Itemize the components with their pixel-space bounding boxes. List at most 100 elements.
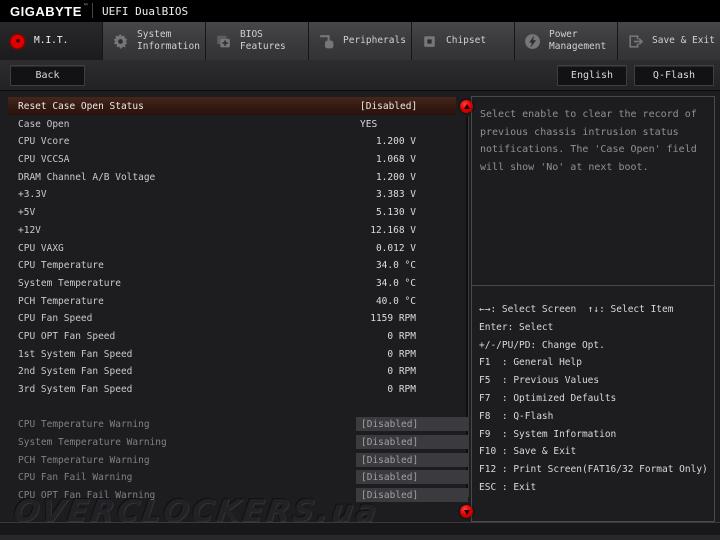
key-hint: Enter: Select bbox=[479, 321, 554, 333]
setting-value: 1.200 V bbox=[375, 136, 416, 148]
setting-label: CPU OPT Fan Speed bbox=[18, 330, 116, 342]
gigabyte-logo: GIGABYTE bbox=[10, 4, 82, 19]
setting-label: CPU Temperature Warning bbox=[18, 419, 150, 431]
settings-row: CPU Temperature Warning [Disabled] bbox=[8, 415, 468, 433]
settings-row[interactable]: +5V 5.130 V bbox=[8, 203, 456, 221]
setting-label: CPU Fan Speed bbox=[18, 313, 93, 325]
setting-value: [Disabled] bbox=[356, 452, 468, 467]
language-button[interactable]: English bbox=[557, 65, 627, 86]
setting-value: 0.012 V bbox=[375, 242, 416, 254]
tab-label: Save & Exit bbox=[652, 35, 715, 46]
key-hint: F8 : Q-Flash bbox=[479, 410, 554, 422]
setting-value: [Disabled] bbox=[356, 417, 468, 432]
setting-value: 1159 RPM bbox=[370, 313, 416, 325]
tab-power-management[interactable]: Power Management bbox=[515, 22, 618, 60]
setting-label: Case Open bbox=[18, 118, 70, 130]
setting-value: [Disabled] bbox=[360, 101, 418, 112]
help-panel: Select enable to clear the record of pre… bbox=[471, 96, 715, 286]
settings-row[interactable]: System Temperature 34.0 °C bbox=[8, 274, 456, 292]
exit-icon bbox=[627, 33, 644, 50]
triangle-down-icon bbox=[463, 510, 470, 515]
settings-row[interactable]: PCH Temperature 40.0 °C bbox=[8, 292, 456, 310]
setting-label: CPU VAXG bbox=[18, 242, 64, 254]
trademark-mark: ™ bbox=[84, 3, 88, 10]
setting-label: DRAM Channel A/B Voltage bbox=[18, 171, 156, 183]
key-hint: F10 : Save & Exit bbox=[479, 446, 577, 458]
setting-label: +3.3V bbox=[18, 189, 47, 201]
setting-label: CPU OPT Fan Fail Warning bbox=[18, 490, 156, 502]
tab-label: System Information bbox=[137, 29, 200, 52]
setting-label: PCH Temperature bbox=[18, 295, 104, 307]
scroll-down-indicator[interactable] bbox=[460, 505, 473, 518]
bios-screen: GIGABYTE ™ UEFI DualBIOS M.I.T. System In… bbox=[0, 0, 720, 540]
settings-row: CPU OPT Fan Fail Warning [Disabled] bbox=[8, 486, 468, 504]
title-bar: GIGABYTE ™ UEFI DualBIOS bbox=[0, 0, 720, 22]
tab-bar: M.I.T. System Information BIOS Features Per… bbox=[0, 22, 720, 60]
setting-value: YES bbox=[360, 118, 378, 130]
settings-row[interactable]: DRAM Channel A/B Voltage 1.200 V bbox=[8, 168, 456, 186]
setting-label: 2nd System Fan Speed bbox=[18, 366, 133, 378]
toolbar: Back English Q-Flash bbox=[0, 60, 720, 91]
settings-row[interactable]: +3.3V 3.383 V bbox=[8, 185, 456, 203]
settings-row[interactable]: CPU VAXG 0.012 V bbox=[8, 239, 456, 257]
setting-label: +12V bbox=[18, 224, 41, 236]
setting-value: 34.0 °C bbox=[375, 277, 416, 289]
firmware-title: UEFI DualBIOS bbox=[102, 5, 189, 18]
setting-value: [Disabled] bbox=[356, 470, 468, 485]
setting-value: 40.0 °C bbox=[375, 295, 416, 307]
settings-row: CPU Fan Fail Warning [Disabled] bbox=[8, 468, 468, 486]
chip-plus-icon bbox=[215, 33, 232, 50]
settings-row[interactable]: +12V 12.168 V bbox=[8, 221, 456, 239]
settings-row[interactable]: 2nd System Fan Speed 0 RPM bbox=[8, 362, 456, 380]
settings-row: System Temperature Warning [Disabled] bbox=[8, 433, 468, 451]
tab-label: Power Management bbox=[549, 29, 607, 52]
key-hint: F5 : Previous Values bbox=[479, 375, 600, 387]
tab-label: Peripherals bbox=[343, 35, 406, 46]
dial-icon bbox=[9, 32, 26, 50]
tab-chipset[interactable]: Chipset bbox=[412, 22, 515, 60]
chipset-icon bbox=[421, 33, 438, 50]
tab-system-information[interactable]: System Information bbox=[103, 22, 206, 60]
setting-label: 3rd System Fan Speed bbox=[18, 384, 133, 395]
key-hint: ←→: Select Screen ↑↓: Select Item bbox=[479, 304, 674, 315]
settings-row[interactable]: CPU OPT Fan Speed 0 RPM bbox=[8, 327, 456, 345]
settings-row[interactable]: CPU Vcore 1.200 V bbox=[8, 132, 456, 150]
setting-value: 5.130 V bbox=[375, 207, 416, 219]
settings-row[interactable]: 3rd System Fan Speed 0 RPM bbox=[8, 380, 456, 398]
tab-peripherals[interactable]: Peripherals bbox=[309, 22, 412, 60]
setting-value: 1.200 V bbox=[375, 171, 416, 183]
setting-value: 1.068 V bbox=[375, 154, 416, 166]
settings-row[interactable]: 1st System Fan Speed 0 RPM bbox=[8, 345, 456, 363]
help-text: Select enable to clear the record of pre… bbox=[480, 109, 697, 173]
scroll-up-indicator[interactable] bbox=[460, 100, 473, 113]
tab-save-exit[interactable]: Save & Exit bbox=[618, 22, 720, 60]
main-area: OVERCLOCKERS.ua Reset Case Open Status [D… bbox=[0, 91, 720, 529]
keys-panel: ←→: Select Screen ↑↓: Select Item Enter: … bbox=[471, 285, 715, 522]
setting-value: [Disabled] bbox=[356, 488, 468, 503]
settings-row[interactable]: CPU Temperature 34.0 °C bbox=[8, 256, 456, 274]
settings-row[interactable]: Reset Case Open Status [Disabled] bbox=[8, 97, 456, 115]
setting-label: CPU VCCSA bbox=[18, 154, 70, 166]
triangle-up-icon bbox=[463, 104, 470, 109]
back-button[interactable]: Back bbox=[10, 65, 85, 86]
key-hint: ESC : Exit bbox=[479, 481, 537, 493]
settings-row[interactable]: CPU Fan Speed 1159 RPM bbox=[8, 309, 456, 327]
setting-label: CPU Vcore bbox=[18, 136, 70, 148]
setting-value: 0 RPM bbox=[387, 348, 416, 360]
setting-label: System Temperature Warning bbox=[18, 437, 167, 449]
setting-label: +5V bbox=[18, 207, 36, 219]
divider bbox=[92, 3, 93, 18]
tab-mit[interactable]: M.I.T. bbox=[0, 22, 103, 60]
key-hint: F1 : General Help bbox=[479, 357, 582, 369]
key-hint: F12 : Print Screen(FAT16/32 Format Only) bbox=[479, 464, 708, 476]
setting-value: 0 RPM bbox=[387, 330, 416, 342]
tab-bios-features[interactable]: BIOS Features bbox=[206, 22, 309, 60]
setting-value: 34.0 °C bbox=[375, 260, 416, 272]
settings-row[interactable]: CPU VCCSA 1.068 V bbox=[8, 150, 456, 168]
setting-value: 0 RPM bbox=[387, 384, 416, 395]
setting-value: 12.168 V bbox=[370, 224, 416, 236]
setting-label: CPU Fan Fail Warning bbox=[18, 472, 133, 484]
settings-row[interactable]: Case Open YES bbox=[8, 115, 456, 133]
key-hint: F7 : Optimized Defaults bbox=[479, 392, 617, 404]
qflash-button[interactable]: Q-Flash bbox=[634, 65, 714, 86]
